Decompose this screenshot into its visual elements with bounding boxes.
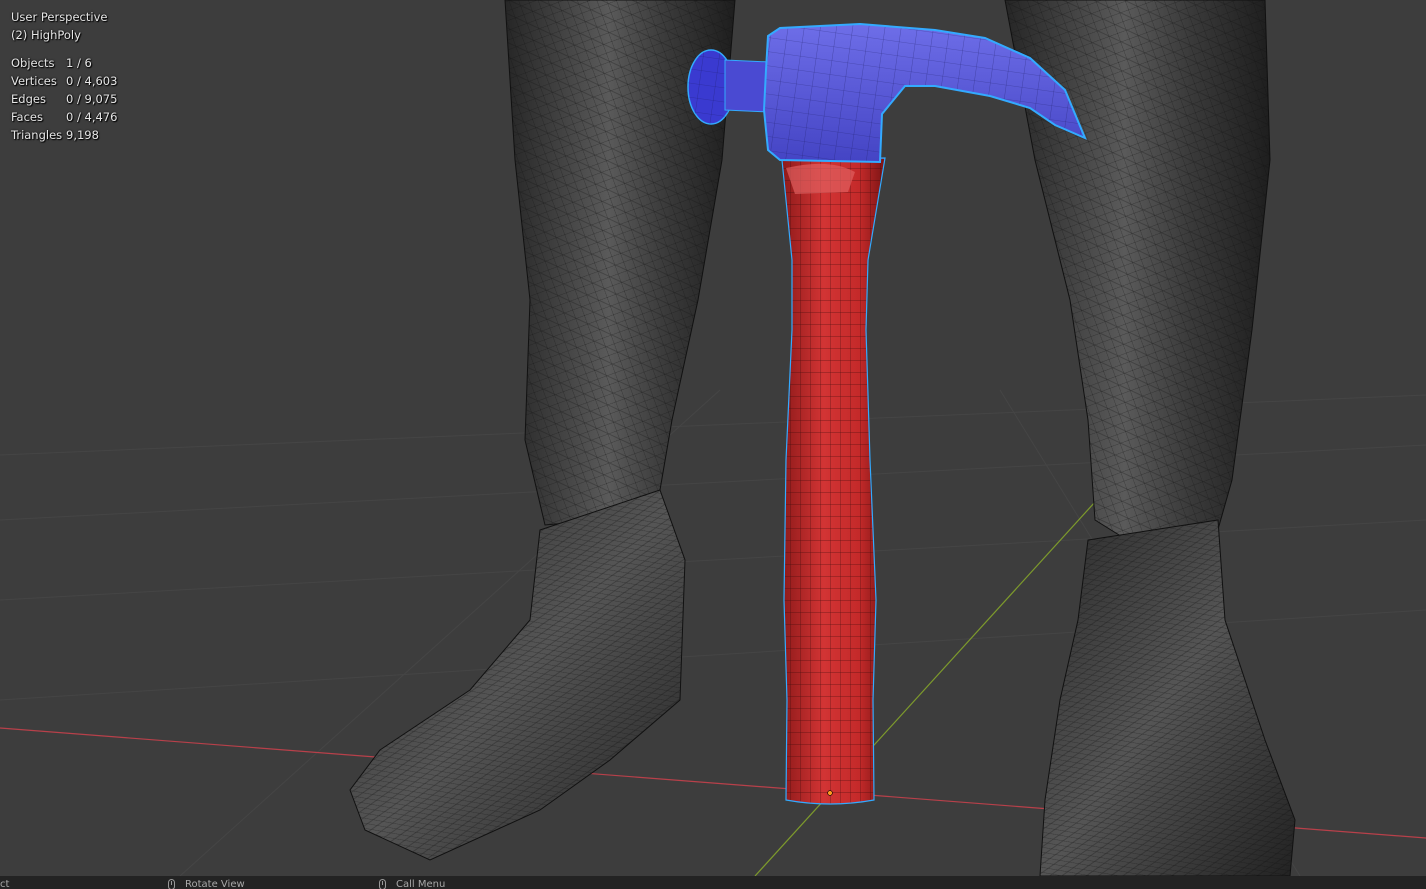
object-origin-dot	[827, 790, 833, 796]
stat-row-objects: Objects 1 / 6	[11, 54, 117, 72]
status-item-select: ct	[0, 879, 9, 889]
hammer-handle[interactable]	[781, 157, 886, 805]
status-item-rotate-view: Rotate View	[168, 879, 245, 889]
status-item-call-menu: Call Menu	[379, 879, 445, 889]
stat-value: 1 / 6	[66, 56, 92, 70]
viewport-scene[interactable]	[0, 0, 1426, 876]
view-name: User Perspective	[11, 10, 108, 24]
status-label: ct	[0, 879, 10, 889]
3d-viewport[interactable]: User Perspective (2) HighPoly Objects 1 …	[0, 0, 1426, 876]
stat-row-vertices: Vertices 0 / 4,603	[11, 72, 117, 90]
stat-label: Vertices	[11, 74, 57, 88]
stat-row-triangles: Triangles 9,198	[11, 126, 117, 144]
stat-label: Triangles	[11, 128, 63, 142]
character-right-foot[interactable]	[1039, 519, 1296, 876]
stat-value: 9,198	[66, 128, 99, 142]
mouse-middle-button-icon	[168, 879, 175, 889]
stat-label: Faces	[11, 110, 43, 124]
stat-row-edges: Edges 0 / 9,075	[11, 90, 117, 108]
stat-row-faces: Faces 0 / 4,476	[11, 108, 117, 126]
stat-label: Objects	[11, 56, 55, 70]
active-object-name: (2) HighPoly	[11, 28, 81, 42]
viewport-info-overlay: User Perspective (2) HighPoly Objects 1 …	[11, 8, 117, 144]
stat-label: Edges	[11, 92, 46, 106]
status-label: Rotate View	[185, 879, 245, 889]
mouse-right-button-icon	[379, 879, 386, 889]
stat-value: 0 / 4,603	[66, 74, 118, 88]
stat-value: 0 / 9,075	[66, 92, 118, 106]
status-label: Call Menu	[396, 879, 446, 889]
status-bar: ct Rotate View Call Menu	[0, 876, 1426, 889]
stat-value: 0 / 4,476	[66, 110, 118, 124]
